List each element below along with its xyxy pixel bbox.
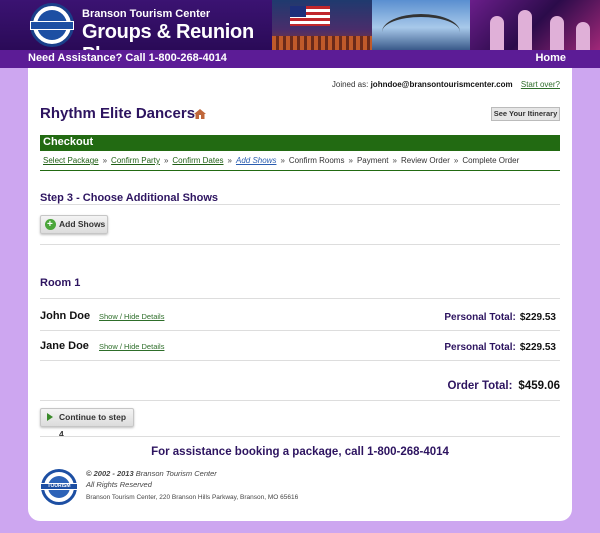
- step-title: Step 3 - Choose Additional Shows: [40, 192, 219, 204]
- personal-total-amount: $229.53: [519, 312, 556, 323]
- assistance-phone: Need Assistance? Call 1-800-268-4014: [28, 52, 227, 64]
- copyright-org: Branson Tourism Center: [135, 469, 217, 478]
- checkout-step-add-shows[interactable]: Add Shows: [236, 156, 276, 165]
- room-title: Room 1: [40, 277, 81, 289]
- brand-subtitle: Branson Tourism Center: [82, 8, 211, 20]
- breadcrumb-separator: »: [280, 156, 285, 165]
- main-panel: Joined as: johndoe@bransontourismcenter.…: [28, 68, 572, 521]
- personal-total-label: Personal Total:: [444, 342, 516, 353]
- checkout-step-confirm-rooms: Confirm Rooms: [288, 156, 345, 165]
- divider: [40, 360, 560, 361]
- checkout-steps-breadcrumb: Select Package» Confirm Party» Confirm Dat…: [40, 152, 560, 171]
- personal-total-amount: $229.53: [519, 342, 556, 353]
- header-banner: Branson Tourism Center Groups & Reunion …: [0, 0, 600, 50]
- divider: [40, 330, 560, 331]
- copyright-years: © 2002 - 2013: [86, 469, 134, 478]
- divider: [40, 204, 560, 205]
- add-shows-button[interactable]: Add Shows: [40, 215, 108, 234]
- home-icon[interactable]: [194, 109, 206, 119]
- see-itinerary-button[interactable]: See Your Itinerary: [491, 107, 560, 121]
- breadcrumb-separator: »: [392, 156, 397, 165]
- guest-name: John Doe: [40, 310, 91, 322]
- brand-logo-area[interactable]: Branson Tourism Center Groups & Reunion …: [0, 0, 272, 50]
- joined-label: Joined as:: [331, 80, 369, 89]
- checkout-header: Checkout: [40, 135, 560, 151]
- divider: [40, 400, 560, 401]
- home-link[interactable]: Home: [535, 52, 566, 64]
- rights-reserved: All Rights Reserved: [86, 480, 152, 489]
- show-hide-details-link[interactable]: Show / Hide Details: [99, 342, 164, 351]
- breadcrumb-separator: »: [163, 156, 169, 165]
- logo-ribbon-text: TOURISM: [40, 483, 78, 490]
- breadcrumb-separator: »: [453, 156, 459, 165]
- checkout-step-complete-order: Complete Order: [462, 156, 520, 165]
- order-total-label: Order Total:: [447, 380, 513, 392]
- divider: [40, 298, 560, 299]
- page-title: Rhythm Elite Dancers: [40, 105, 196, 122]
- brand-title: Groups & Reunion Planner: [82, 21, 254, 50]
- add-shows-label: Add Shows: [59, 219, 106, 229]
- checkout-step-payment: Payment: [356, 156, 389, 165]
- groups-seal-logo: [30, 3, 74, 47]
- personal-total: Personal Total: $229.53: [444, 312, 556, 323]
- banner-photo-show: [272, 0, 372, 50]
- show-hide-details-link[interactable]: Show / Hide Details: [99, 312, 164, 321]
- divider: [40, 436, 560, 437]
- breadcrumb-separator: »: [227, 156, 232, 165]
- copyright: © 2002 - 2013 Branson Tourism Center: [86, 469, 217, 478]
- breadcrumb-separator: »: [102, 156, 108, 165]
- tourism-seal-logo[interactable]: TOURISM: [40, 469, 78, 505]
- account-status: Joined as: johndoe@bransontourismcenter.…: [332, 80, 560, 89]
- account-email: johndoe@bransontourismcenter.com: [370, 80, 513, 89]
- footer-assistance: For assistance booking a package, call 1…: [151, 446, 449, 458]
- banner-photo-dancers: [470, 0, 600, 50]
- breadcrumb-separator: »: [348, 156, 353, 165]
- footer-address: Branson Tourism Center, 220 Branson Hill…: [86, 494, 299, 501]
- continue-button[interactable]: Continue to step 4: [40, 408, 134, 439]
- continue-label: Continue to step 4: [59, 412, 127, 439]
- checkout-step-review-order: Review Order: [400, 156, 450, 165]
- checkout-step-confirm-dates[interactable]: Confirm Dates: [172, 156, 223, 165]
- order-total-amount: $459.06: [518, 380, 560, 392]
- arrow-right-icon: [47, 413, 53, 421]
- guest-name: Jane Doe: [40, 340, 89, 352]
- top-nav-bar: Need Assistance? Call 1-800-268-4014 Hom…: [0, 50, 600, 68]
- checkout-title: Checkout: [43, 136, 94, 148]
- order-total: Order Total: $459.06: [447, 380, 560, 392]
- divider: [40, 244, 560, 245]
- banner-photo-coaster: [372, 0, 470, 50]
- checkout-step-select-package[interactable]: Select Package: [43, 156, 99, 165]
- start-over-link[interactable]: Start over?: [521, 80, 560, 89]
- personal-total-label: Personal Total:: [444, 312, 516, 323]
- personal-total: Personal Total: $229.53: [444, 342, 556, 353]
- add-icon: [45, 216, 56, 233]
- checkout-step-confirm-party[interactable]: Confirm Party: [111, 156, 160, 165]
